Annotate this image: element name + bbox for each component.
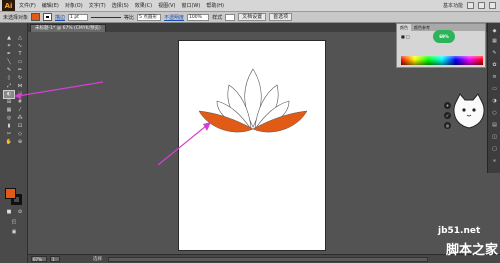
artboards-icon[interactable]: ▢ [491, 147, 498, 152]
swatches-icon[interactable]: ▦ [491, 39, 498, 44]
float-add-icon[interactable]: + [444, 102, 451, 109]
layers-icon[interactable]: ◫ [491, 135, 498, 140]
panel-swatch-fill[interactable]: ■ □ [401, 34, 410, 39]
gradient-panel-icon[interactable]: ▭ [491, 87, 498, 92]
graphic-styles-icon[interactable]: ▤ [491, 123, 498, 128]
page-number[interactable]: 1 [50, 256, 60, 262]
tab-color-guide[interactable]: 颜色参考 [411, 24, 433, 31]
appearance-icon[interactable]: ○ [491, 111, 498, 116]
links-icon[interactable]: ∞ [491, 159, 498, 164]
horizontal-scrollbar[interactable] [108, 257, 428, 262]
tab-color[interactable]: 颜色 [397, 24, 411, 31]
float-check-icon[interactable]: ✓ [444, 112, 451, 119]
brushes-icon[interactable]: ✎ [491, 51, 498, 56]
arrow-to-shape-builder [17, 81, 104, 97]
arrow-to-leaf [157, 125, 207, 166]
panel-dock: ◆ ▦ ✎ ✿ ≡ ▭ ◑ ○ ▤ ◫ ▢ ∞ [487, 23, 500, 173]
arrowhead-leaf [203, 122, 211, 131]
arrowhead-left [14, 92, 22, 99]
float-target-icon[interactable]: ◎ [444, 122, 451, 129]
status-tool-name: 选择 [93, 257, 102, 262]
color-spectrum[interactable] [401, 56, 483, 65]
watermark-site: jb51.net [438, 226, 481, 236]
symbols-icon[interactable]: ✿ [491, 63, 498, 68]
stroke-panel-icon[interactable]: ≡ [491, 75, 498, 80]
zoom-level[interactable]: 67% [31, 256, 47, 262]
cat-mascot-icon [453, 93, 485, 129]
color-panel-icon[interactable]: ◆ [491, 29, 498, 34]
status-bar: 67% 1 选择 [28, 254, 500, 263]
transparency-icon[interactable]: ◑ [491, 99, 498, 104]
percent-badge: 69% [433, 30, 455, 43]
watermark-brand: 脚本之家 [446, 243, 499, 258]
